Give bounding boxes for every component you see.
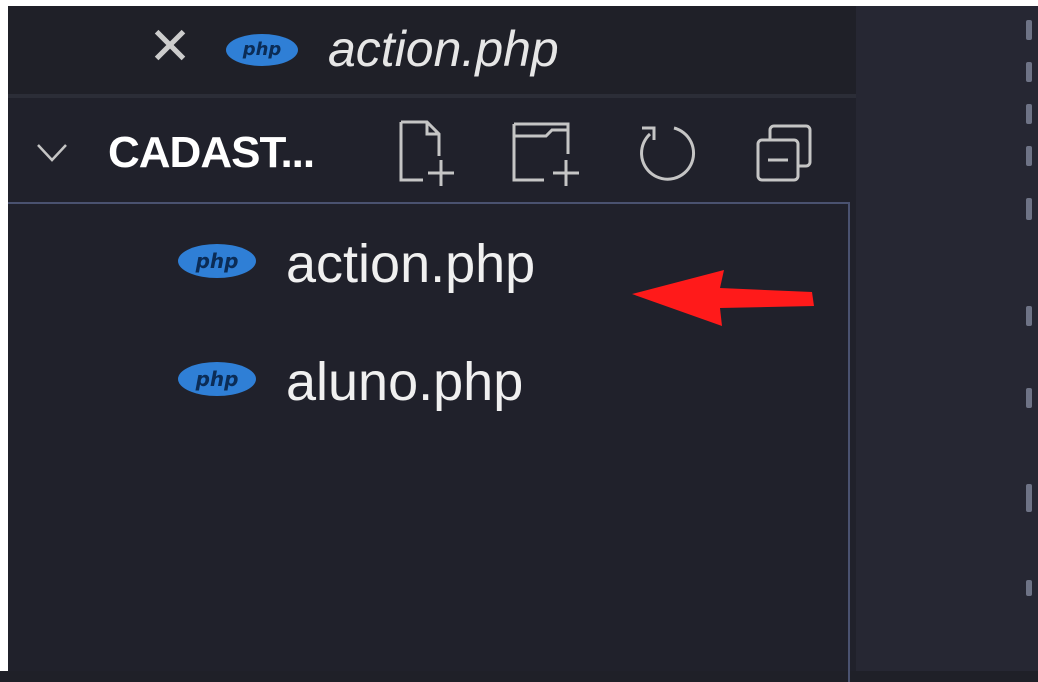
refresh-icon[interactable]: [628, 114, 708, 194]
file-name: action.php: [286, 234, 536, 294]
php-file-icon: php: [178, 244, 256, 278]
line-number-mark: [1026, 306, 1032, 326]
open-editor-item[interactable]: ✕ php action.php: [8, 6, 856, 98]
line-number-mark: [1026, 198, 1032, 220]
red-arrow-annotation: [632, 270, 814, 326]
line-number-mark: [1026, 580, 1032, 596]
new-file-icon[interactable]: [393, 114, 473, 194]
file-tree: php action.php php aluno.php: [8, 202, 850, 682]
collapse-all-icon[interactable]: [748, 114, 828, 194]
file-name: aluno.php: [286, 352, 524, 412]
chevron-down-icon[interactable]: [32, 133, 72, 173]
folder-name: CADAST...: [108, 128, 315, 177]
php-file-icon: php: [178, 362, 256, 396]
editor-gutter: [856, 6, 1038, 671]
file-item-aluno-php[interactable]: php aluno.php: [8, 332, 848, 432]
line-number-mark: [1026, 20, 1032, 40]
open-editor-file-name: action.php: [328, 21, 559, 77]
line-number-mark: [1026, 388, 1032, 408]
line-number-mark: [1026, 104, 1032, 124]
line-number-mark: [1026, 62, 1032, 82]
folder-header[interactable]: CADAST...: [8, 98, 856, 208]
new-folder-icon[interactable]: [508, 114, 588, 194]
screenshot-left-edge: [0, 0, 8, 671]
close-editor-icon[interactable]: ✕: [140, 12, 200, 82]
line-number-mark: [1026, 146, 1032, 166]
php-file-icon: php: [226, 34, 298, 66]
line-number-mark: [1026, 484, 1032, 512]
explorer-sidebar: ✕ php action.php CADAST... php action.ph…: [8, 6, 856, 682]
